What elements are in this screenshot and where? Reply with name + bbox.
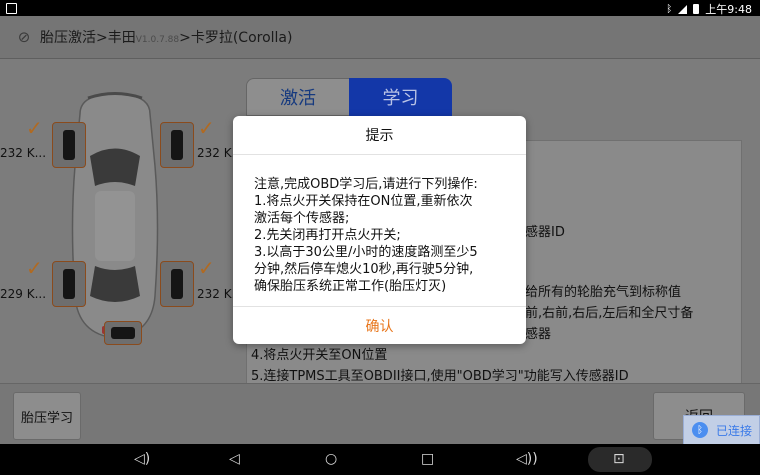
check-icon-rear-right: ✓ — [198, 256, 215, 280]
back-nav-icon[interactable]: ◁ — [229, 450, 240, 468]
instruction-line: 4.将点火开关至ON位置 — [251, 348, 388, 363]
dialog-line: 确保胎压系统正常工作(胎压灯灭) — [254, 279, 447, 294]
tire-front-right[interactable] — [160, 122, 194, 168]
tire-icon — [171, 269, 183, 299]
breadcrumb: 胎压激活>丰田V1.0.7.88>卡罗拉(Corolla) — [40, 27, 292, 47]
bluetooth-status-icon: ᛒ — [666, 3, 673, 15]
dialog-line: 2.先关闭再打开点火开关; — [254, 228, 401, 243]
status-bar: ᛒ 上午9:48 — [0, 0, 760, 16]
instruction-line: 感器ID — [525, 225, 565, 240]
screenshot-icon: ⊡ — [613, 451, 625, 467]
tire-icon — [171, 130, 183, 160]
check-icon-front-right: ✓ — [198, 116, 215, 140]
tip-dialog: 提示 注意,完成OBD学习后,请进行下列操作: 1.将点火开关保持在ON位置,重… — [233, 116, 526, 344]
bluetooth-connected-badge[interactable]: ᛒ 已连接 — [683, 415, 760, 445]
instruction-line: 感器 — [525, 327, 552, 342]
navigation-bar: ◁) ◁ ○ □ ◁)) ⊡ — [0, 444, 760, 475]
check-icon-front-left: ✓ — [26, 116, 43, 140]
volume-up-icon[interactable]: ◁)) — [516, 450, 538, 468]
check-icon-rear-left: ✓ — [26, 256, 43, 280]
status-right: ᛒ 上午9:48 — [666, 1, 752, 17]
dialog-line: 1.将点火开关保持在ON位置,重新依次 — [254, 194, 473, 209]
battery-icon — [693, 4, 700, 14]
dialog-title: 提示 — [233, 116, 526, 155]
tire-spare[interactable] — [104, 321, 142, 345]
volume-down-icon[interactable]: ◁) — [134, 450, 150, 468]
dialog-line: 分钟,然后停车熄火10秒,再行驶5分钟, — [254, 262, 474, 277]
tire-pressure-front-left: 232 K... — [0, 146, 47, 160]
breadcrumb-model: >卡罗拉(Corolla) — [179, 30, 293, 46]
home-nav-icon[interactable]: ○ — [325, 450, 337, 468]
compass-icon[interactable]: ⊘ — [16, 29, 32, 45]
tab-learn[interactable]: 学习 — [349, 78, 452, 116]
signal-icon — [678, 4, 688, 14]
recents-nav-icon[interactable]: □ — [421, 450, 434, 468]
tire-icon — [63, 269, 75, 299]
tire-front-left[interactable] — [52, 122, 86, 168]
notification-icon — [6, 3, 17, 14]
breadcrumb-path: 胎压激活>丰田 — [40, 30, 136, 46]
tire-rear-left[interactable] — [52, 261, 86, 307]
tire-icon — [111, 327, 135, 339]
clock: 上午9:48 — [705, 3, 752, 16]
tpms-learn-button[interactable]: 胎压学习 — [13, 392, 81, 440]
version-label: V1.0.7.88 — [135, 35, 180, 45]
tire-rear-right[interactable] — [160, 261, 194, 307]
instruction-line: 给所有的轮胎充气到标称值 — [525, 285, 682, 300]
confirm-button[interactable]: 确认 — [233, 306, 526, 345]
dialog-line: 激活每个传感器; — [254, 211, 350, 226]
dialog-body: 注意,完成OBD学习后,请进行下列操作: 1.将点火开关保持在ON位置,重新依次… — [254, 176, 516, 295]
tire-icon — [63, 130, 75, 160]
instruction-line: 前,右前,右后,左后和全尺寸备 — [525, 306, 694, 321]
title-bar: ⊘ 胎压激活>丰田V1.0.7.88>卡罗拉(Corolla) — [0, 16, 760, 59]
dialog-line: 注意,完成OBD学习后,请进行下列操作: — [254, 177, 478, 192]
bluetooth-label: 已连接 — [716, 423, 753, 438]
dialog-line: 3.以高于30公里/小时的速度路测至少5 — [254, 245, 478, 260]
bluetooth-icon: ᛒ — [692, 422, 708, 438]
tab-activate[interactable]: 激活 — [246, 78, 349, 116]
bottom-bar: 胎压学习 返回 — [0, 383, 760, 445]
mode-tabs: 激活 学习 — [246, 78, 452, 116]
tire-pressure-rear-left: 229 K... — [0, 287, 47, 301]
